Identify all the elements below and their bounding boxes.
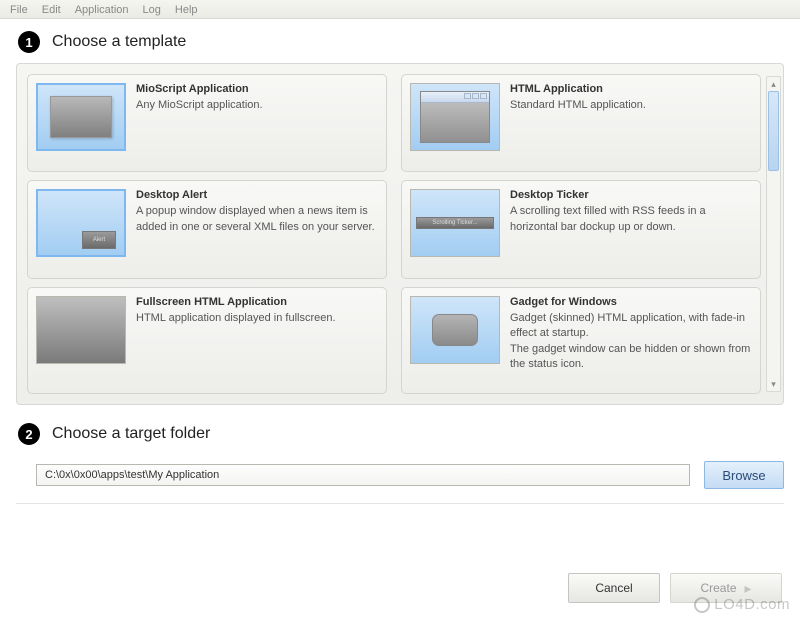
bottom-bar: Cancel Create ▸ xyxy=(568,573,782,603)
template-fullscreen[interactable]: Fullscreen HTML Application HTML applica… xyxy=(27,287,387,394)
menu-file[interactable]: File xyxy=(4,3,34,15)
alert-icon: Alert xyxy=(82,231,116,249)
menu-edit[interactable]: Edit xyxy=(36,3,67,15)
template-desktop-ticker[interactable]: Scrolling Ticker... Desktop Ticker A scr… xyxy=(401,180,761,278)
template-desc: Gadget (skinned) HTML application, with … xyxy=(510,311,752,373)
menu-help[interactable]: Help xyxy=(169,3,204,15)
step-1-number: 1 xyxy=(18,31,40,53)
template-desc: Standard HTML application. xyxy=(510,98,752,113)
divider xyxy=(16,503,784,504)
rect-icon xyxy=(50,96,112,138)
template-desc: Any MioScript application. xyxy=(136,98,378,113)
fullscreen-icon xyxy=(37,297,125,363)
template-desc: HTML application displayed in fullscreen… xyxy=(136,311,378,326)
step-1-header: 1 Choose a template xyxy=(0,19,800,63)
template-grid: MioScript Application Any MioScript appl… xyxy=(27,74,773,394)
thumb-fullscreen xyxy=(36,296,126,364)
gadget-icon xyxy=(432,314,478,346)
template-gadget[interactable]: Gadget for Windows Gadget (skinned) HTML… xyxy=(401,287,761,394)
ticker-icon: Scrolling Ticker... xyxy=(416,217,494,229)
thumb-html xyxy=(410,83,500,151)
step-1-title: Choose a template xyxy=(52,33,186,51)
template-title: HTML Application xyxy=(510,83,752,95)
scroll-down-icon[interactable]: ▾ xyxy=(767,377,780,391)
menu-bar: File Edit Application Log Help xyxy=(0,0,800,19)
template-title: MioScript Application xyxy=(136,83,378,95)
thumb-alert: Alert xyxy=(36,189,126,257)
template-title: Desktop Ticker xyxy=(510,189,752,201)
template-desktop-alert[interactable]: Alert Desktop Alert A popup window displ… xyxy=(27,180,387,278)
template-title: Fullscreen HTML Application xyxy=(136,296,378,308)
thumb-gadget xyxy=(410,296,500,364)
template-mioscript[interactable]: MioScript Application Any MioScript appl… xyxy=(27,74,387,172)
thumb-mioscript xyxy=(36,83,126,151)
menu-log[interactable]: Log xyxy=(137,3,167,15)
template-title: Desktop Alert xyxy=(136,189,378,201)
arrow-right-icon: ▸ xyxy=(745,580,752,597)
menu-application[interactable]: Application xyxy=(69,3,135,15)
step-2-number: 2 xyxy=(18,423,40,445)
create-button[interactable]: Create ▸ xyxy=(670,573,782,603)
template-desc: A scrolling text filled with RSS feeds i… xyxy=(510,204,752,235)
scrollbar[interactable]: ▴ ▾ xyxy=(766,76,781,392)
browse-button[interactable]: Browse xyxy=(704,461,784,489)
templates-panel: MioScript Application Any MioScript appl… xyxy=(16,63,784,405)
thumb-ticker: Scrolling Ticker... xyxy=(410,189,500,257)
target-folder-input[interactable] xyxy=(36,464,690,486)
template-desc: A popup window displayed when a news ite… xyxy=(136,204,378,235)
scroll-thumb[interactable] xyxy=(768,91,779,171)
template-html[interactable]: HTML Application Standard HTML applicati… xyxy=(401,74,761,172)
folder-row: Browse xyxy=(16,451,784,503)
create-button-label: Create xyxy=(700,581,736,595)
step-2-header: 2 Choose a target folder xyxy=(0,405,800,451)
step-2-title: Choose a target folder xyxy=(52,425,210,443)
template-title: Gadget for Windows xyxy=(510,296,752,308)
window-icon xyxy=(420,91,490,143)
scroll-up-icon[interactable]: ▴ xyxy=(767,77,780,91)
cancel-button[interactable]: Cancel xyxy=(568,573,660,603)
